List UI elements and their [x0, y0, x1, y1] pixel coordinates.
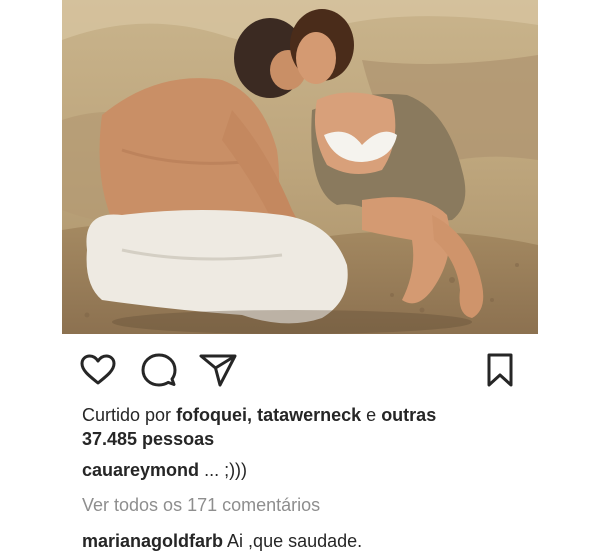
comment-bubble-icon	[141, 353, 177, 387]
likes-separator: ,	[247, 405, 253, 425]
comment-button[interactable]	[139, 350, 179, 390]
save-button[interactable]	[480, 350, 520, 390]
post-photo[interactable]	[62, 0, 538, 334]
liker-username-1[interactable]: fofoquei	[176, 405, 247, 425]
share-button[interactable]	[198, 350, 238, 390]
post-action-bar	[0, 350, 600, 390]
comment-item: marianagoldfarb Ai ,que saudade.	[82, 530, 362, 552]
bookmark-icon	[487, 353, 513, 387]
comment-text: Ai ,que saudade.	[227, 531, 363, 551]
photo-illustration	[62, 0, 538, 334]
likes-summary: Curtido por fofoquei, tatawerneck e outr…	[82, 404, 436, 426]
like-button[interactable]	[78, 350, 118, 390]
comment-username[interactable]: marianagoldfarb	[82, 531, 223, 551]
likes-conjunction: e	[366, 405, 377, 425]
caption-text: ... ;)))	[204, 460, 248, 480]
likes-prefix: Curtido por	[82, 405, 172, 425]
paper-plane-icon	[199, 354, 237, 387]
likes-count[interactable]: 37.485 pessoas	[82, 428, 214, 450]
liker-username-2[interactable]: tatawerneck	[257, 405, 361, 425]
caption-username[interactable]: cauareymond	[82, 460, 199, 480]
heart-icon	[80, 354, 116, 385]
post-caption: cauareymond ... ;)))	[82, 459, 247, 481]
view-all-comments-link[interactable]: Ver todos os 171 comentários	[82, 494, 320, 516]
likes-others-link[interactable]: outras	[381, 405, 436, 425]
